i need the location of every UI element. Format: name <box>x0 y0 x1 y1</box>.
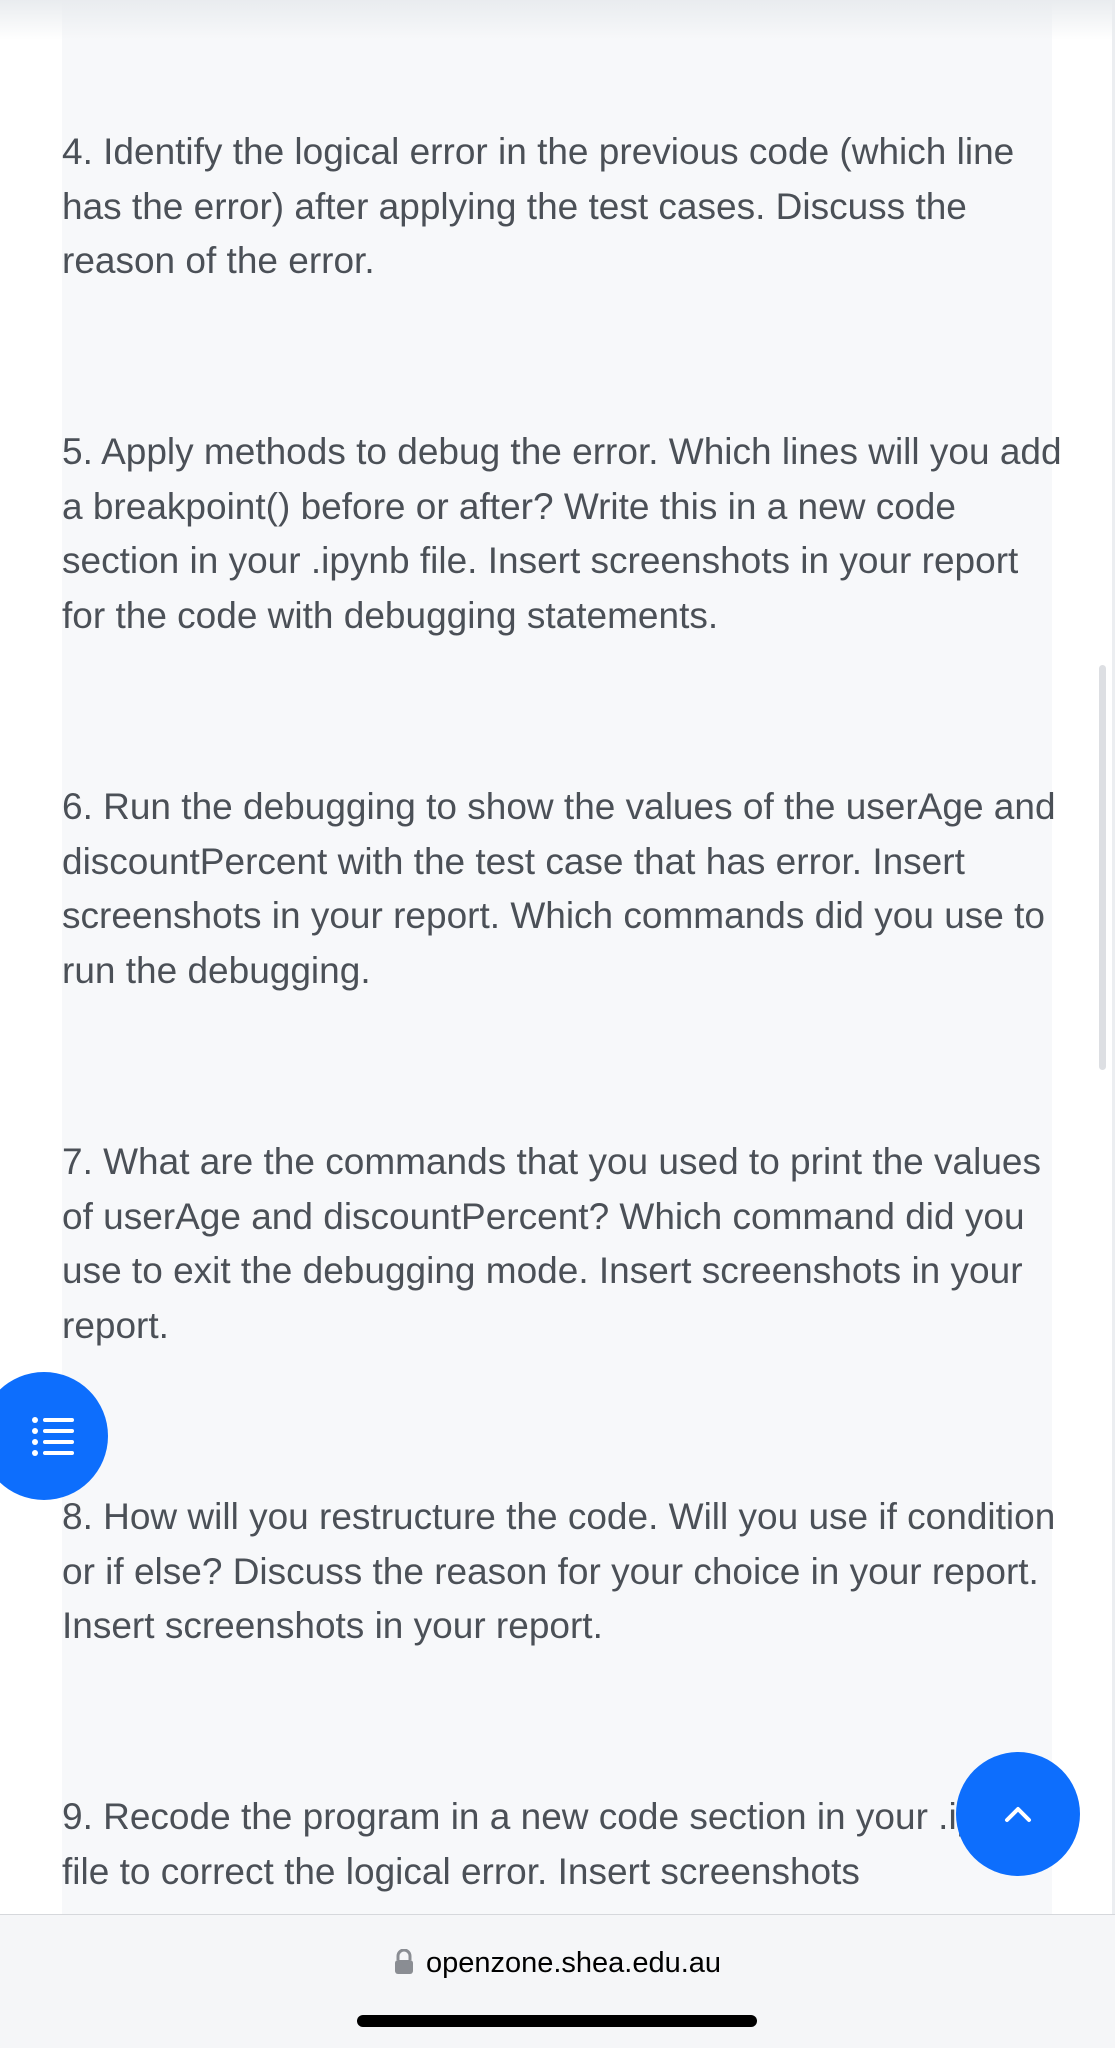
question-5: 5. Apply methods to debug the error. Whi… <box>62 431 1062 636</box>
question-7: 7. What are the commands that you used t… <box>62 1141 1041 1346</box>
url-text: openzone.shea.edu.au <box>425 1947 722 1979</box>
question-4: 4. Identify the logical error in the pre… <box>62 131 1015 281</box>
scrollbar-thumb[interactable] <box>1099 665 1106 1070</box>
url-display[interactable]: openzone.shea.edu.au <box>0 1947 1115 1983</box>
top-shade <box>0 0 1115 40</box>
question-8: 8. How will you restructure the code. Wi… <box>62 1496 1056 1646</box>
back-to-top-button[interactable] <box>956 1752 1080 1876</box>
page: 4. Identify the logical error in the pre… <box>0 0 1115 2048</box>
lock-icon <box>394 1948 414 1983</box>
home-indicator[interactable] <box>357 2015 757 2027</box>
question-6: 6. Run the debugging to show the values … <box>62 786 1056 991</box>
question-9: 9. Recode the program in a new code sect… <box>62 1796 1037 1892</box>
browser-address-bar[interactable]: openzone.shea.edu.au <box>0 1914 1115 2048</box>
